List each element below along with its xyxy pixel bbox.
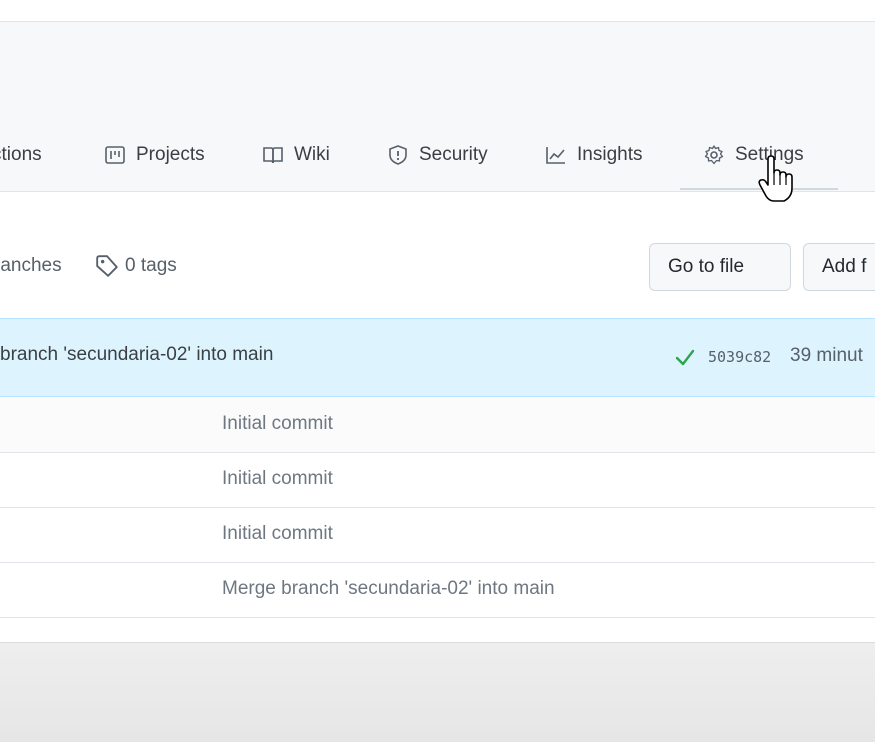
tab-security[interactable]: Security bbox=[387, 130, 488, 180]
file-commit-message[interactable]: Initial commit bbox=[222, 523, 333, 545]
commit-sha-link[interactable]: 5039c82 bbox=[708, 348, 771, 366]
commit-time: 39 minut bbox=[790, 345, 863, 366]
tab-actions-label: ctions bbox=[0, 144, 42, 165]
graph-icon bbox=[546, 147, 565, 164]
tab-projects-label: Projects bbox=[136, 144, 205, 165]
file-commit-message[interactable]: Initial commit bbox=[222, 413, 333, 435]
latest-commit-message[interactable]: branch 'secundaria-02' into main bbox=[0, 344, 273, 366]
check-icon[interactable] bbox=[674, 346, 696, 368]
file-commit-message[interactable]: Initial commit bbox=[222, 468, 333, 490]
tab-projects[interactable]: Projects bbox=[104, 130, 205, 180]
tags-link[interactable]: 0 tags bbox=[95, 250, 177, 282]
tab-insights-label: Insights bbox=[577, 144, 643, 165]
file-row[interactable]: Merge branch 'secundaria-02' into main bbox=[0, 563, 875, 618]
shield-icon bbox=[389, 145, 407, 165]
branches-label: ranches bbox=[0, 255, 62, 276]
add-file-button[interactable]: Add f bbox=[803, 243, 875, 291]
branches-link[interactable]: ranches bbox=[0, 250, 62, 282]
tab-wiki-label: Wiki bbox=[294, 144, 330, 165]
tag-icon bbox=[96, 255, 118, 277]
tab-security-label: Security bbox=[419, 144, 488, 165]
top-header-bar bbox=[0, 0, 875, 22]
file-row[interactable]: Initial commit bbox=[0, 453, 875, 508]
book-icon bbox=[263, 147, 283, 164]
tab-insights[interactable]: Insights bbox=[545, 130, 642, 180]
hand-cursor-icon bbox=[758, 155, 793, 202]
file-row[interactable]: Initial commit bbox=[0, 398, 875, 453]
page-footer-area bbox=[0, 642, 875, 742]
file-commit-message[interactable]: Merge branch 'secundaria-02' into main bbox=[222, 578, 555, 600]
tab-wiki[interactable]: Wiki bbox=[262, 130, 330, 180]
go-to-file-button[interactable]: Go to file bbox=[649, 243, 791, 291]
tags-label: 0 tags bbox=[125, 255, 177, 276]
gear-icon bbox=[704, 145, 724, 165]
tab-actions[interactable]: ctions bbox=[0, 130, 42, 180]
project-board-icon bbox=[105, 146, 125, 164]
file-row[interactable]: Initial commit bbox=[0, 508, 875, 563]
